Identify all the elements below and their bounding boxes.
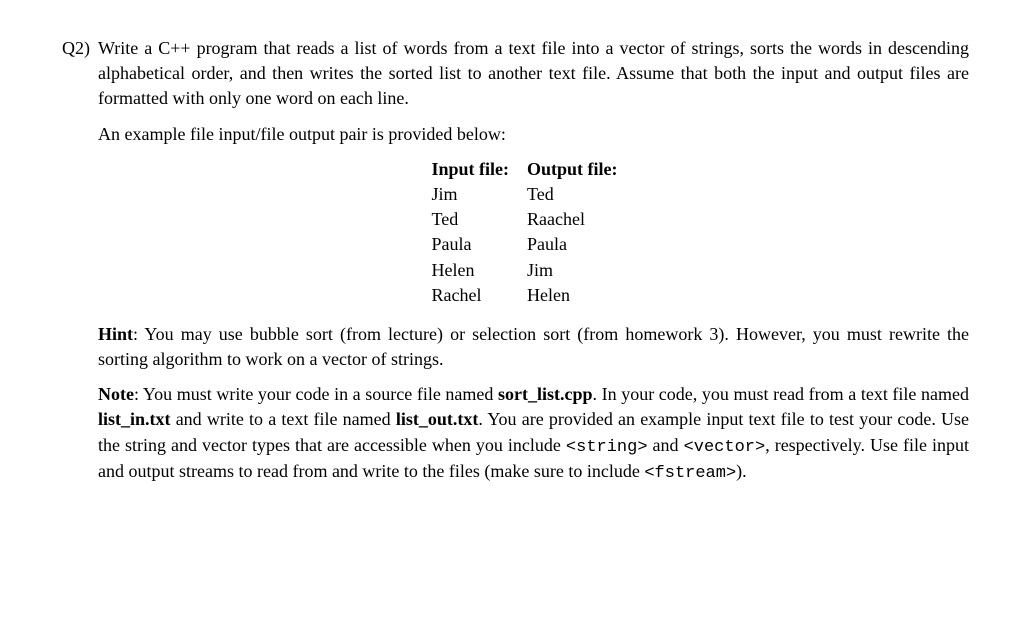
table-row: Paula Paula	[431, 232, 635, 257]
question-body: Write a C++ program that reads a list of…	[98, 36, 969, 496]
cell-in: Helen	[431, 258, 527, 283]
note-paragraph: Note: You must write your code in a sour…	[98, 382, 969, 486]
cell-out: Helen	[527, 283, 636, 308]
table-row: Ted Raachel	[431, 207, 635, 232]
example-table: Input file: Output file: Jim Ted Ted Raa…	[431, 157, 635, 308]
hint-paragraph: Hint: You may use bubble sort (from lect…	[98, 322, 969, 372]
table-header-input: Input file:	[431, 157, 527, 182]
table-row: Rachel Helen	[431, 283, 635, 308]
cell-out: Raachel	[527, 207, 636, 232]
table-header-output: Output file:	[527, 157, 636, 182]
filename-listin: list_in.txt	[98, 409, 171, 429]
paragraph-1: Write a C++ program that reads a list of…	[98, 36, 969, 112]
cell-in: Jim	[431, 182, 527, 207]
cell-in: Ted	[431, 207, 527, 232]
note-text-c: and write to a text file named	[171, 409, 396, 429]
note-text-a: : You must write your code in a source f…	[134, 384, 498, 404]
question-block: Q2) Write a C++ program that reads a lis…	[50, 36, 969, 496]
cell-in: Paula	[431, 232, 527, 257]
cell-out: Jim	[527, 258, 636, 283]
cell-out: Paula	[527, 232, 636, 257]
question-label: Q2)	[50, 36, 98, 61]
cell-out: Ted	[527, 182, 636, 207]
code-string: <string>	[566, 438, 648, 457]
hint-label: Hint	[98, 324, 133, 344]
filename-sortlist: sort_list.cpp	[498, 384, 593, 404]
table-row: Jim Ted	[431, 182, 635, 207]
note-text-g: ).	[736, 461, 747, 481]
note-label: Note	[98, 384, 134, 404]
code-fstream: <fstream>	[644, 464, 736, 483]
table-row: Helen Jim	[431, 258, 635, 283]
code-vector: <vector>	[684, 438, 766, 457]
filename-listout: list_out.txt	[396, 409, 479, 429]
cell-in: Rachel	[431, 283, 527, 308]
note-text-e: and	[648, 435, 684, 455]
note-text-b: . In your code, you must read from a tex…	[593, 384, 969, 404]
hint-text: : You may use bubble sort (from lecture)…	[98, 324, 969, 369]
paragraph-2: An example file input/file output pair i…	[98, 122, 969, 147]
